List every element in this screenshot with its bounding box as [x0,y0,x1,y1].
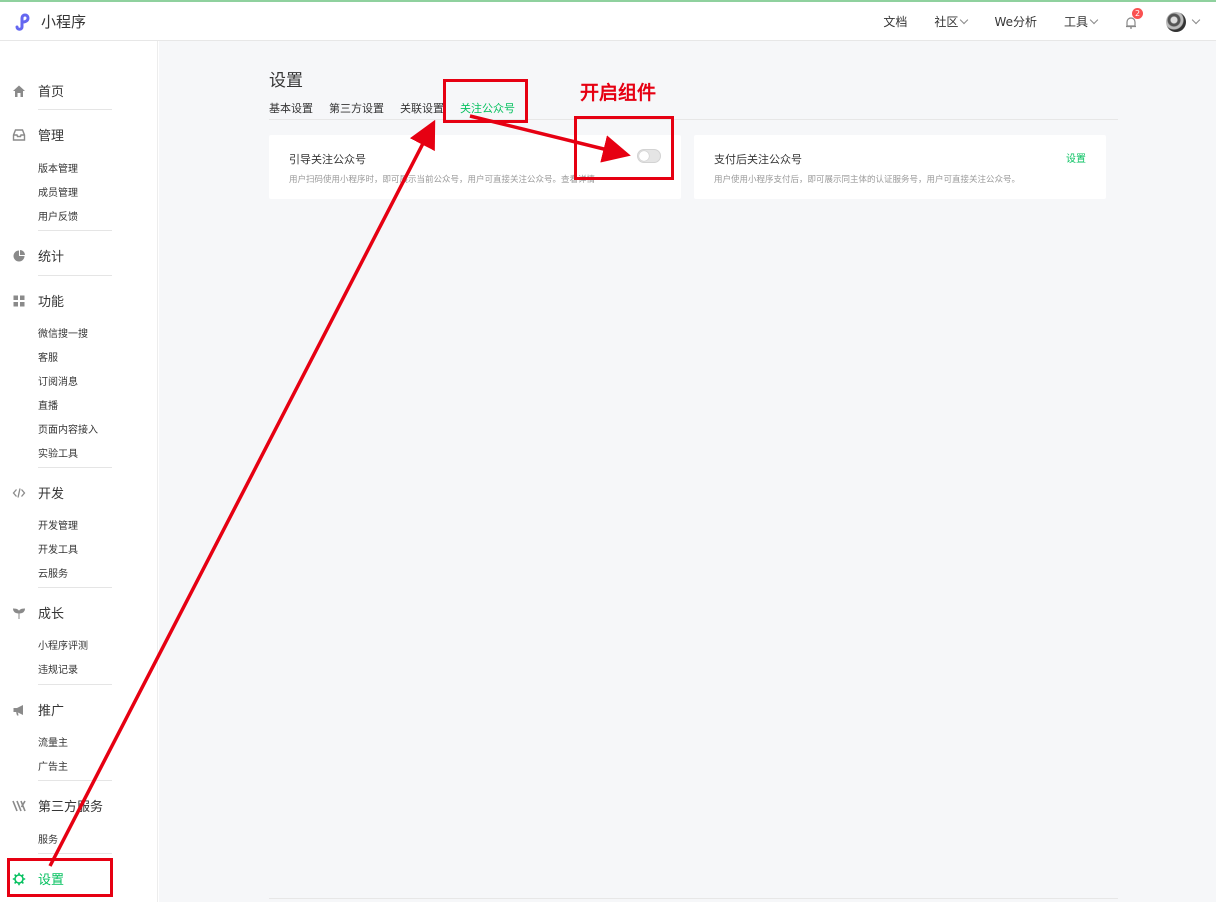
sprout-icon [12,607,26,619]
sidebar-item-label: 统计 [38,250,65,265]
sidebar-item-growth[interactable]: 成长 [12,603,64,622]
sidebar-item-third-party[interactable]: 第三方服务 [12,796,103,815]
grid-icon [13,295,25,306]
divider [38,587,112,588]
sidebar-subitem-evaluation[interactable]: 小程序评测 [38,637,88,652]
sidebar: 首页 管理 版本管理 成员管理 用户反馈 统计 功能 微信搜一搜 客服 订阅消息… [0,41,158,902]
sidebar-subitem-violations[interactable]: 违规记录 [38,661,78,676]
page-title: 设置 [269,71,303,91]
sidebar-item-stats[interactable]: 统计 [12,246,64,265]
main-content: 设置 基本设置 第三方设置 关联设置 关注公众号 引导关注公众号 用户扫码使用小… [159,41,1216,902]
sidebar-subitem-customer-service[interactable]: 客服 [38,349,58,364]
nav-tools-label: 工具 [1063,15,1088,29]
avatar [1166,11,1186,32]
sidebar-item-label: 管理 [38,129,65,144]
divider [38,467,112,468]
annotation-box-toggle [574,116,674,180]
top-nav: 文档 社区 We分析 工具 2 [883,2,1216,41]
sidebar-item-label: 第三方服务 [38,800,104,815]
sidebar-item-develop[interactable]: 开发 [12,483,64,502]
sidebar-item-label: 首页 [38,85,65,100]
divider [38,780,112,781]
home-icon [13,85,25,97]
sidebar-subitem-members[interactable]: 成员管理 [38,184,78,199]
sidebar-item-label: 功能 [38,295,65,310]
sidebar-subitem-subscribe-message[interactable]: 订阅消息 [38,373,78,388]
sidebar-item-label: 推广 [38,704,65,719]
code-icon [12,487,26,498]
notification-button[interactable]: 2 [1124,7,1143,29]
app-title: 小程序 [41,12,87,31]
sidebar-subitem-live[interactable]: 直播 [38,397,58,412]
inbox-icon [12,128,26,141]
chevron-down-icon [1089,15,1099,25]
nav-community[interactable]: 社区 [934,13,969,30]
top-bar: 小程序 文档 社区 We分析 工具 2 [0,0,1216,41]
nav-we-analysis[interactable]: We分析 [994,13,1037,30]
account-menu[interactable] [1166,11,1201,32]
tabs-divider [269,119,1118,120]
card-title: 支付后关注公众号 [714,153,802,166]
notification-badge: 2 [1132,7,1143,19]
nav-docs[interactable]: 文档 [883,13,907,30]
sidebar-item-promote[interactable]: 推广 [12,700,64,719]
card-description: 用户扫码使用小程序时，即可展示当前公众号，用户可直接关注公众号。查看详情 [289,175,596,185]
sidebar-item-features[interactable]: 功能 [12,291,64,310]
sidebar-item-label: 开发 [38,487,65,502]
sidebar-subitem-service[interactable]: 服务 [38,831,58,846]
divider [38,109,112,110]
card-description: 用户使用小程序支付后，即可展示同主体的认证服务号，用户可直接关注公众号。 [714,175,1021,185]
divider [38,684,112,685]
nav-tools[interactable]: 工具 [1063,13,1099,30]
sidebar-subitem-cloud[interactable]: 云服务 [38,565,68,580]
megaphone-icon [13,704,23,715]
sidebar-subitem-version[interactable]: 版本管理 [38,160,78,175]
pay-follow-card: 支付后关注公众号 用户使用小程序支付后，即可展示同主体的认证服务号，用户可直接关… [694,135,1106,199]
app-logo[interactable]: 小程序 [13,10,86,32]
pie-chart-icon [13,249,25,261]
sidebar-item-label: 成长 [38,607,65,622]
sidebar-subitem-page-content[interactable]: 页面内容接入 [38,421,98,436]
divider [38,853,112,854]
annotation-box-tab [443,79,528,123]
third-party-service-icon [12,800,26,811]
sidebar-subitem-experiment-tools[interactable]: 实验工具 [38,445,78,460]
sidebar-subitem-feedback[interactable]: 用户反馈 [38,208,78,223]
miniprogram-logo-icon [15,13,30,31]
divider [38,230,112,231]
annotation-box-settings [7,858,113,897]
chevron-down-icon [960,15,969,25]
pay-follow-settings-link[interactable]: 设置 [1066,150,1086,165]
sidebar-item-manage[interactable]: 管理 [12,125,64,144]
sidebar-subitem-advertiser[interactable]: 广告主 [38,758,68,773]
annotation-label: 开启组件 [580,82,657,104]
nav-community-label: 社区 [934,15,959,29]
sidebar-subitem-dev-manage[interactable]: 开发管理 [38,517,78,532]
sidebar-subitem-publisher[interactable]: 流量主 [38,734,68,749]
sidebar-item-home[interactable]: 首页 [12,81,64,100]
card-title: 引导关注公众号 [289,153,366,166]
bottom-divider [269,898,1118,899]
sidebar-subitem-wechat-search[interactable]: 微信搜一搜 [38,325,88,340]
chevron-down-icon [1191,15,1201,25]
divider [38,275,112,276]
sidebar-subitem-dev-tools[interactable]: 开发工具 [38,541,78,556]
